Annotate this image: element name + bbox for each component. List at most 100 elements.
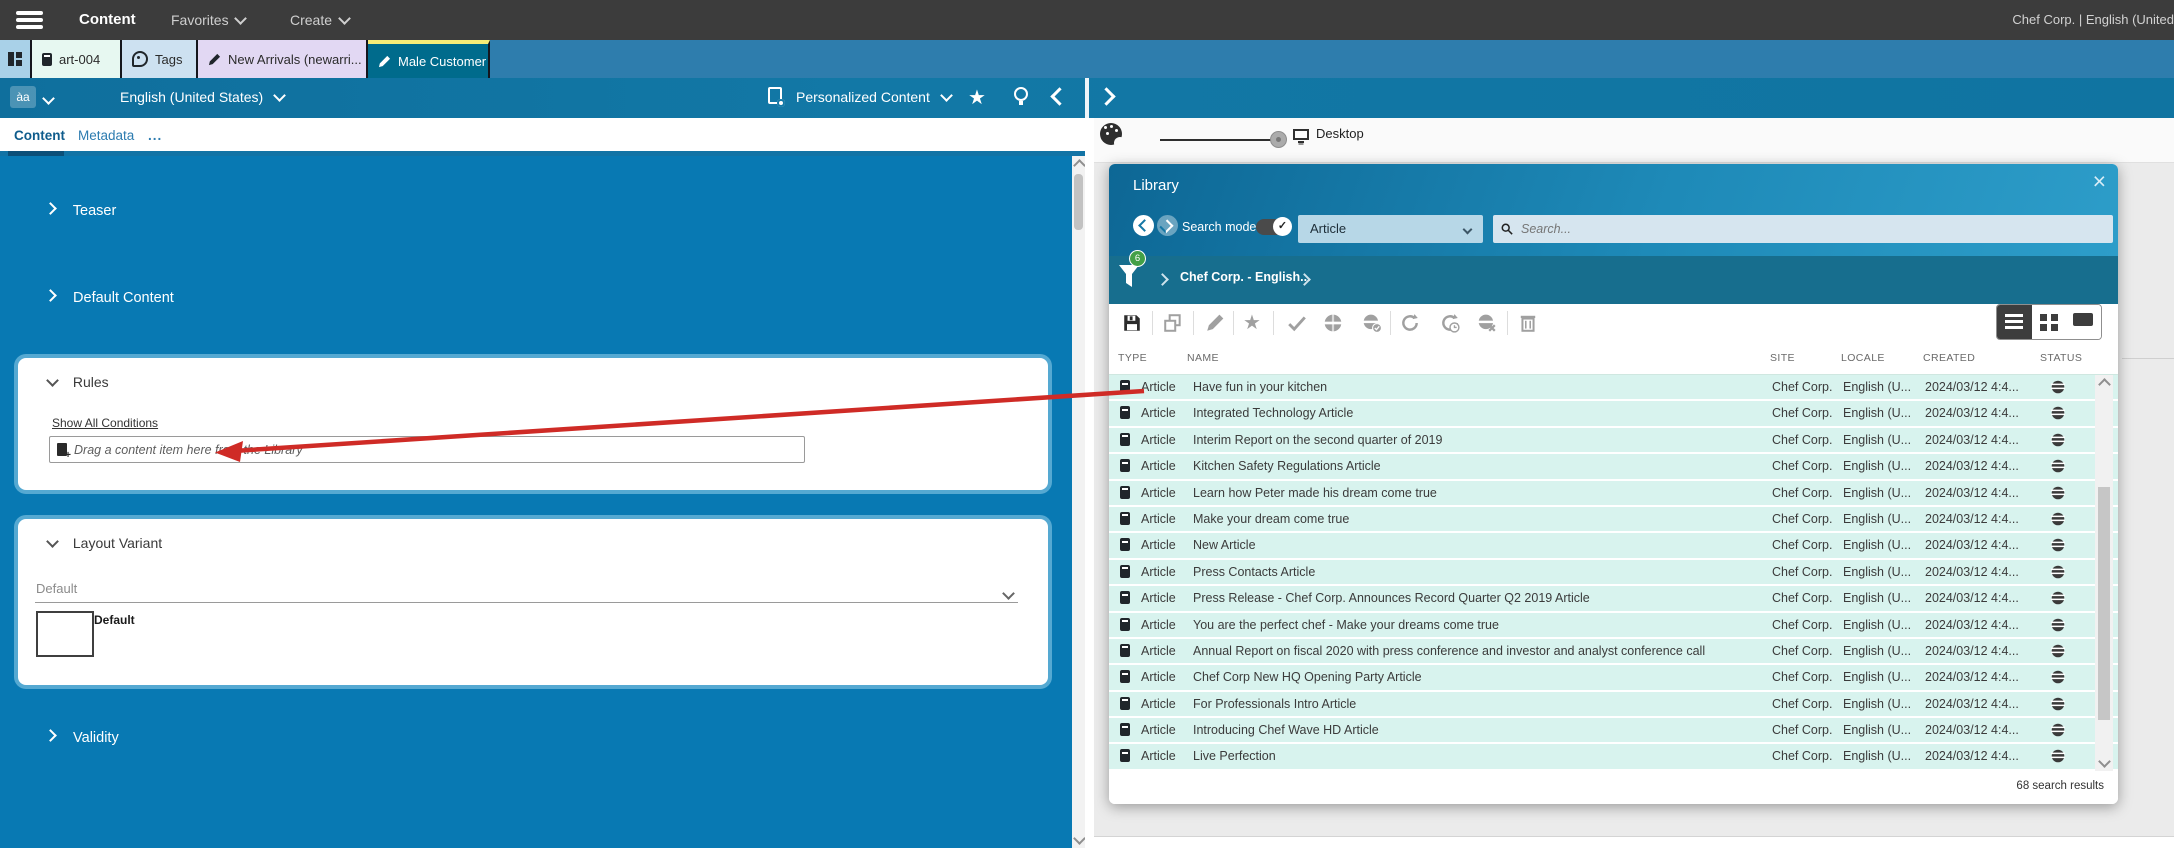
search-results-count: 68 search results <box>2016 780 2104 792</box>
library-scrollbar[interactable] <box>2095 375 2113 771</box>
section-layout-variant[interactable]: Layout Variant <box>48 535 162 551</box>
tab-new-arrivals[interactable]: New Arrivals (newarri... <box>198 40 368 78</box>
article-type-icon <box>1120 380 1130 393</box>
chevron-down-icon[interactable] <box>1002 587 1015 600</box>
table-row[interactable]: Article Press Release - Chef Corp. Annou… <box>1109 586 2118 610</box>
approve-publish-icon[interactable] <box>1362 313 1382 333</box>
tab-art-004[interactable]: art-004 <box>32 40 122 78</box>
published-status-icon <box>2051 433 2065 447</box>
scroll-down-icon[interactable] <box>2098 755 2111 768</box>
section-rules[interactable]: Rules <box>48 374 109 390</box>
col-locale[interactable]: LOCALE <box>1841 352 1885 364</box>
form-scrollbar[interactable] <box>1072 156 1085 848</box>
col-type[interactable]: TYPE <box>1118 352 1147 364</box>
section-validity[interactable]: Validity <box>46 730 119 746</box>
approve-icon[interactable] <box>1287 313 1307 333</box>
bookmark-icon[interactable]: ★ <box>1243 313 1263 333</box>
published-status-icon <box>2051 565 2065 579</box>
scrollbar-thumb[interactable] <box>1074 174 1083 230</box>
history-forward-button[interactable] <box>1157 215 1178 236</box>
layout-variant-select[interactable]: Default <box>36 581 77 596</box>
chevron-down-icon[interactable] <box>42 92 55 105</box>
edit-icon[interactable] <box>1205 313 1225 333</box>
table-row[interactable]: Article Press Contacts Article Chef Corp… <box>1109 560 2118 584</box>
published-status-icon <box>2051 644 2065 658</box>
table-row[interactable]: Article Live Perfection Chef Corp. Engli… <box>1109 744 2118 768</box>
editor-toolbar: àa English (United States) Personalized … <box>0 78 2174 118</box>
breadcrumb[interactable]: Chef Corp. - English... <box>1180 270 1311 284</box>
tab-more[interactable]: ... <box>148 128 162 143</box>
scrollbar-thumb[interactable] <box>2098 487 2110 720</box>
list-view-button[interactable] <box>1997 305 2032 339</box>
workflow-icon[interactable] <box>1400 313 1420 333</box>
withdraw-icon[interactable] <box>1477 313 1497 333</box>
section-teaser[interactable]: Teaser <box>46 203 116 219</box>
delete-icon[interactable] <box>1518 313 1538 333</box>
table-row[interactable]: Article Have fun in your kitchen Chef Co… <box>1109 375 2118 399</box>
create-menu[interactable]: Create <box>290 12 349 28</box>
add-document-icon <box>57 443 67 456</box>
table-row[interactable]: Article For Professionals Intro Article … <box>1109 692 2118 716</box>
app-window: Content Favorites Create Chef Corp. | En… <box>0 0 2174 848</box>
col-status[interactable]: STATUS <box>2040 352 2082 364</box>
table-row[interactable]: Article Kitchen Safety Regulations Artic… <box>1109 454 2118 478</box>
table-row[interactable]: Article Interim Report on the second qua… <box>1109 428 2118 452</box>
content-type-select[interactable]: Article <box>1298 215 1483 243</box>
hamburger-menu-icon[interactable] <box>16 11 43 29</box>
tab-metadata[interactable]: Metadata <box>78 128 134 143</box>
content-mode-selector[interactable]: Personalized Content <box>796 89 951 105</box>
library-table-body: Article Have fun in your kitchen Chef Co… <box>1109 375 2118 771</box>
favorites-menu[interactable]: Favorites <box>171 12 245 28</box>
table-row[interactable]: Article Integrated Technology Article Ch… <box>1109 401 2118 425</box>
grid-view-button[interactable] <box>2032 305 2067 339</box>
publish-icon[interactable] <box>1323 313 1343 333</box>
scroll-down-icon[interactable] <box>1073 832 1086 845</box>
dashboard-icon <box>8 52 22 66</box>
show-all-conditions-link[interactable]: Show All Conditions <box>52 416 158 430</box>
save-icon[interactable] <box>1122 313 1142 333</box>
tab-tags[interactable]: Tags <box>122 40 198 78</box>
tab-male-customer-active[interactable]: Male Customer × <box>368 40 490 78</box>
dashboard-tab[interactable] <box>0 40 32 78</box>
collapse-left-icon[interactable] <box>1050 87 1068 105</box>
copy-icon[interactable] <box>1163 313 1183 333</box>
panel-splitter[interactable] <box>1085 118 1094 848</box>
section-default-content[interactable]: Default Content <box>46 290 174 306</box>
scroll-up-icon[interactable] <box>2098 378 2111 391</box>
search-mode-toggle[interactable]: ✓ <box>1256 219 1290 235</box>
locale-switch-icon[interactable]: àa <box>10 86 36 108</box>
table-header: TYPE NAME SITE LOCALE CREATED STATUS <box>1109 343 2118 375</box>
search-mode-label: Search mode <box>1182 220 1256 234</box>
table-row[interactable]: Article Introducing Chef Wave HD Article… <box>1109 718 2118 742</box>
bookmark-star-icon[interactable]: ★ <box>968 85 986 110</box>
published-status-icon <box>2051 380 2065 394</box>
col-site[interactable]: SITE <box>1770 352 1795 364</box>
rules-dropzone[interactable]: Drag a content item here from the Librar… <box>49 436 805 463</box>
table-row[interactable]: Article Chef Corp New HQ Opening Party A… <box>1109 665 2118 689</box>
close-icon[interactable]: × <box>2093 168 2106 196</box>
layout-option-thumbnail[interactable] <box>36 611 94 657</box>
tab-content-active[interactable]: Content <box>14 128 65 143</box>
palette-icon[interactable] <box>1100 123 1122 145</box>
language-selector[interactable]: English (United States) <box>120 89 284 105</box>
table-row[interactable]: Article You are the perfect chef - Make … <box>1109 613 2118 637</box>
workflow-schedule-icon[interactable] <box>1440 313 1460 333</box>
table-row[interactable]: Article Make your dream come true Chef C… <box>1109 507 2118 531</box>
table-row[interactable]: Article Annual Report on fiscal 2020 wit… <box>1109 639 2118 663</box>
card-view-button[interactable] <box>2066 305 2101 339</box>
table-row[interactable]: Article Learn how Peter made his dream c… <box>1109 481 2118 505</box>
device-slider-knob[interactable] <box>1270 131 1287 148</box>
preview-panel: Desktop Library × Search mode ✓ Article <box>1094 118 2174 848</box>
published-status-icon <box>2051 749 2065 763</box>
scroll-up-icon[interactable] <box>1073 159 1086 172</box>
table-row[interactable]: Article New Article Chef Corp. English (… <box>1109 533 2118 557</box>
col-name[interactable]: NAME <box>1187 352 1219 364</box>
col-created[interactable]: CREATED <box>1923 352 1975 364</box>
chevron-right-icon <box>44 729 57 742</box>
lightbulb-icon[interactable] <box>1014 87 1028 101</box>
chevron-down-icon <box>273 89 286 102</box>
history-back-button[interactable] <box>1133 215 1154 236</box>
search-input[interactable] <box>1519 221 2105 237</box>
expand-right-icon[interactable] <box>1097 87 1115 105</box>
filter-funnel-icon[interactable] <box>1118 264 1140 290</box>
